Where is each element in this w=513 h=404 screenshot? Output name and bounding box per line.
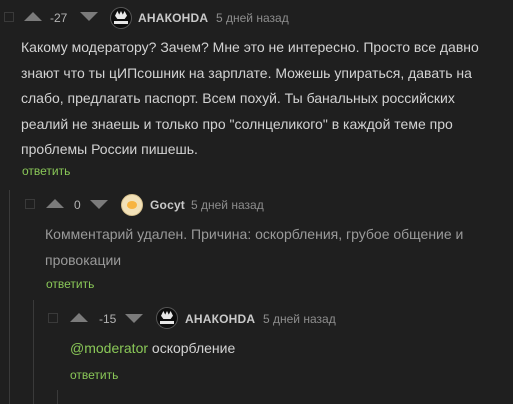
mention-link[interactable]: @moderator: [70, 340, 148, 356]
comment-line: проблемы России пишешь.: [21, 141, 198, 157]
downvote-icon[interactable]: [125, 314, 143, 323]
comment-line: реалий не знаешь и только про "солнцелик…: [21, 115, 453, 132]
comment-line: Какому модератору? Зачем? Мне это не инт…: [21, 39, 479, 55]
comment-text: оскорбление: [148, 340, 236, 356]
comment-time[interactable]: 5 дней назад: [263, 312, 336, 326]
reply-link[interactable]: ответить: [22, 164, 70, 178]
avatar[interactable]: [156, 307, 178, 329]
comment-time[interactable]: 5 дней назад: [191, 198, 264, 212]
upvote-icon[interactable]: [70, 313, 88, 322]
comment-line: слабо, предлагать паспорт. Всем похуй. Т…: [21, 90, 455, 106]
downvote-icon[interactable]: [80, 12, 98, 21]
avatar[interactable]: [121, 194, 143, 216]
collapse-icon[interactable]: [4, 12, 14, 22]
upvote-icon[interactable]: [46, 199, 64, 208]
comment-line: провокации: [45, 251, 122, 268]
comment-rating: -15: [99, 312, 117, 326]
comment-author[interactable]: АНАКОНDA: [185, 312, 255, 326]
comment-author[interactable]: АНАКОНDA: [138, 11, 208, 25]
collapse-icon[interactable]: [25, 199, 35, 209]
comment-rating: 0: [74, 198, 81, 212]
collapse-icon[interactable]: [48, 313, 58, 323]
comment-author[interactable]: Gocyt: [150, 198, 185, 212]
comment-body-deleted: Комментарий удален. Причина: оскорбления…: [45, 222, 505, 273]
reply-link[interactable]: ответить: [70, 368, 118, 382]
comment-line: Комментарий удален. Причина: оскорбления…: [45, 226, 464, 242]
thread-line[interactable]: [33, 300, 34, 404]
avatar[interactable]: [110, 7, 132, 29]
comment-body: Какому модератору? Зачем? Мне это не инт…: [21, 35, 511, 163]
comment-body: @moderator оскорбление: [70, 336, 500, 362]
comment-time[interactable]: 5 дней назад: [216, 11, 289, 25]
comment-rating: -27: [50, 11, 68, 25]
thread-line[interactable]: [57, 390, 58, 404]
thread-line[interactable]: [9, 190, 10, 404]
upvote-icon[interactable]: [24, 12, 42, 21]
comment-line: знают что ты цИПсошник на зарплате. Може…: [21, 64, 472, 81]
downvote-icon[interactable]: [90, 200, 108, 209]
reply-link[interactable]: ответить: [46, 277, 94, 291]
